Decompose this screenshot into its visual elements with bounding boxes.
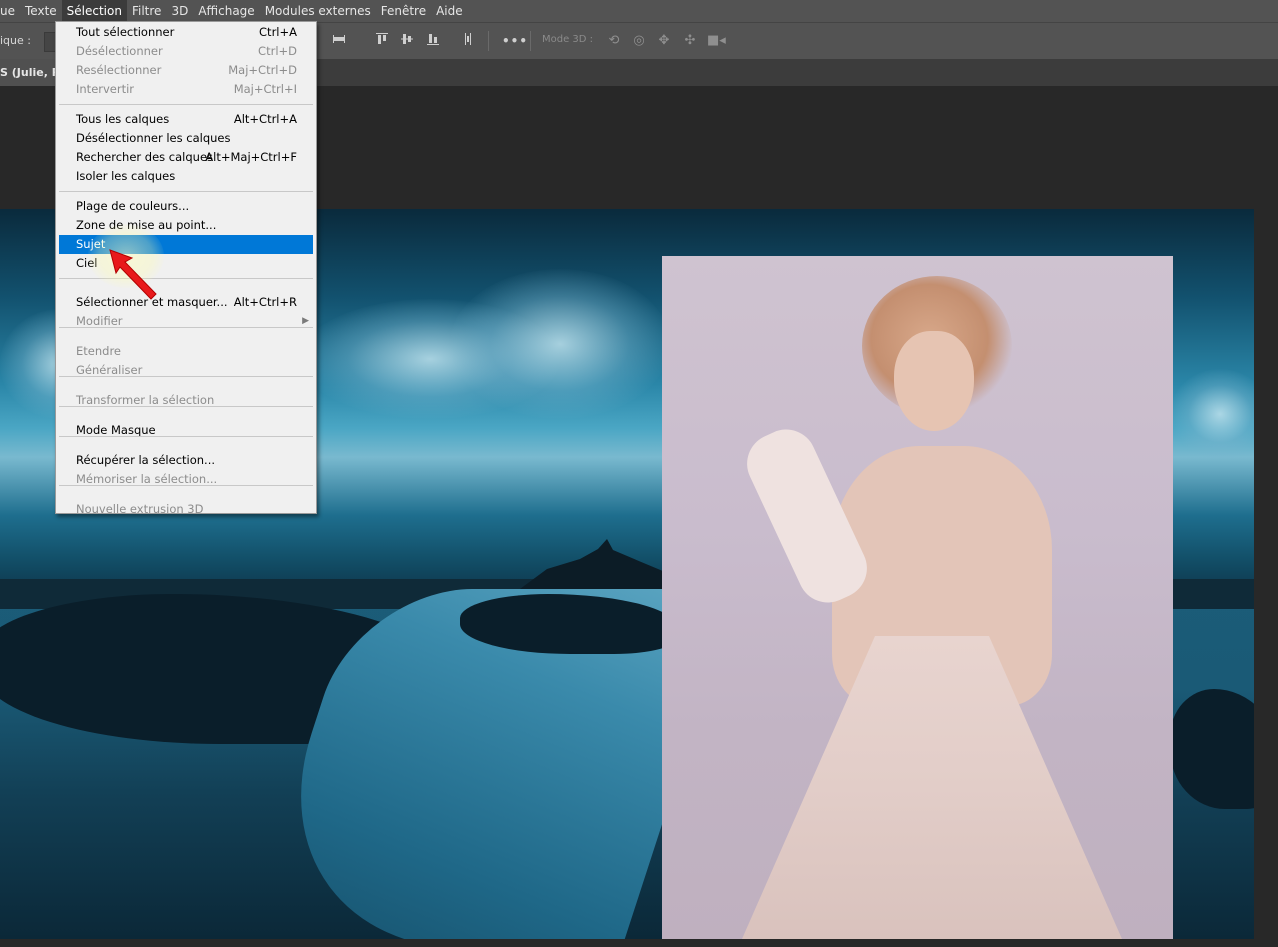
- distribute-icon[interactable]: [459, 32, 477, 50]
- menu-s-lection[interactable]: Sélection: [61, 0, 127, 22]
- sky-cloud: [1170, 369, 1254, 459]
- menu-item-label: Généraliser: [76, 363, 143, 377]
- menu-separator: [59, 327, 313, 328]
- menu-3d[interactable]: 3D: [166, 0, 193, 22]
- align-vcenter-icon[interactable]: [398, 32, 416, 50]
- menu-item-label: Ciel: [76, 256, 98, 270]
- menu-item-label: Désélectionner: [76, 44, 163, 58]
- submenu-arrow-icon: ▶: [302, 316, 309, 326]
- camera-3d-icon[interactable]: ■◂: [707, 32, 726, 50]
- menu-item-label: Mode Masque: [76, 423, 156, 437]
- menu-item-label: Modifier: [76, 314, 123, 328]
- menu-item-shortcut: Ctrl+D: [258, 44, 297, 58]
- menu-affichage[interactable]: Affichage: [193, 0, 259, 22]
- menu-item-ciel[interactable]: Ciel: [59, 254, 313, 273]
- menu-item-recuperer-la-selection[interactable]: Récupérer la sélection...: [59, 451, 313, 470]
- menu-separator: [59, 104, 313, 105]
- menu-item-isoler-les-calques[interactable]: Isoler les calques: [59, 167, 313, 186]
- options-separator: [530, 31, 531, 51]
- menu-item-label: Zone de mise au point...: [76, 218, 217, 232]
- subject-dress: [742, 636, 1122, 939]
- menu-fen-tre[interactable]: Fenêtre: [376, 0, 431, 22]
- selection-menu: Tout sélectionner Ctrl+A Désélectionner Ctr…: [55, 21, 317, 516]
- document-tab[interactable]: S (Julie, RV: [0, 59, 58, 86]
- menu-item-tous-les-calques[interactable]: Tous les calques Alt+Ctrl+A: [59, 110, 313, 129]
- menu-item-nouvelle-extrusion-3d[interactable]: Nouvelle extrusion 3D: [59, 500, 313, 519]
- distribute-horizontal-icon[interactable]: [330, 32, 348, 50]
- menu-item-modifier[interactable]: Modifier ▶: [59, 312, 313, 331]
- subject-photo-layer[interactable]: [662, 256, 1173, 939]
- menu-filtre[interactable]: Filtre: [127, 0, 166, 22]
- menu-item-shortcut: Maj+Ctrl+I: [233, 82, 297, 96]
- options-separator: [488, 31, 489, 51]
- menu-item-intervertir[interactable]: Intervertir Maj+Ctrl+I: [59, 80, 313, 99]
- menu-item-label: Sélectionner et masquer...: [76, 295, 228, 309]
- menu-separator: [59, 406, 313, 407]
- menu-item-shortcut: Alt+Ctrl+R: [233, 295, 297, 309]
- options-partial-label: ique :: [0, 34, 31, 47]
- menu-item-generaliser[interactable]: Généraliser: [59, 361, 313, 380]
- sky-cloud: [450, 269, 670, 419]
- menu-item-label: Sujet: [76, 237, 106, 251]
- slide-3d-icon[interactable]: ✣: [681, 32, 699, 50]
- menu-item-label: Plage de couleurs...: [76, 199, 190, 213]
- menu-item-etendre[interactable]: Etendre: [59, 342, 313, 361]
- mode-3d-label: Mode 3D :: [542, 34, 594, 45]
- menu-item-shortcut: Alt+Ctrl+A: [233, 112, 297, 126]
- menu-item-tout-selectionner[interactable]: Tout sélectionner Ctrl+A: [59, 23, 313, 42]
- menu-bar: ue Texte Sélection Filtre 3D Affichage Modules…: [0, 0, 1278, 22]
- menu-item-label: Tous les calques: [76, 112, 170, 126]
- menu-item-label: Mémoriser la sélection...: [76, 472, 218, 486]
- menu-item-selectionner-et-masquer[interactable]: Sélectionner et masquer... Alt+Ctrl+R: [59, 293, 313, 312]
- menu-separator: [59, 376, 313, 377]
- menu-item-label: Récupérer la sélection...: [76, 453, 216, 467]
- menu-item-label: Etendre: [76, 344, 121, 358]
- menu-item-label: Tout sélectionner: [76, 25, 175, 39]
- menu-ue[interactable]: ue: [0, 0, 20, 22]
- orbit-3d-icon[interactable]: ⟲: [605, 32, 623, 50]
- menu-item-label: Rechercher des calques: [76, 150, 214, 164]
- menu-item-sujet[interactable]: Sujet: [59, 235, 313, 254]
- subject-face: [894, 331, 974, 431]
- menu-item-memoriser-la-selection[interactable]: Mémoriser la sélection...: [59, 470, 313, 489]
- menu-item-shortcut: Alt+Maj+Ctrl+F: [205, 150, 297, 164]
- menu-item-label: Nouvelle extrusion 3D: [76, 502, 204, 516]
- menu-item-label: Resélectionner: [76, 63, 162, 77]
- menu-separator: [59, 436, 313, 437]
- menu-aide[interactable]: Aide: [431, 0, 468, 22]
- menu-item-plage-de-couleurs[interactable]: Plage de couleurs...: [59, 197, 313, 216]
- menu-item-shortcut: Maj+Ctrl+D: [228, 63, 297, 77]
- mont-saint-michel: [520, 539, 670, 589]
- more-options-icon[interactable]: •••: [502, 32, 527, 50]
- menu-item-mode-masque[interactable]: Mode Masque: [59, 421, 313, 440]
- menu-item-label: Isoler les calques: [76, 169, 176, 183]
- menu-item-shortcut: Ctrl+A: [259, 25, 297, 39]
- menu-item-label: Désélectionner les calques: [76, 131, 231, 145]
- menu-item-reselectionner[interactable]: Resélectionner Maj+Ctrl+D: [59, 61, 313, 80]
- align-top-icon[interactable]: [373, 32, 391, 50]
- menu-modules-externes[interactable]: Modules externes: [260, 0, 376, 22]
- menu-item-label: Intervertir: [76, 82, 135, 96]
- align-bottom-icon[interactable]: [424, 32, 442, 50]
- menu-item-rechercher-des-calques[interactable]: Rechercher des calques Alt+Maj+Ctrl+F: [59, 148, 313, 167]
- menu-separator: [59, 191, 313, 192]
- pan-3d-icon[interactable]: ✥: [655, 32, 673, 50]
- menu-texte[interactable]: Texte: [20, 0, 62, 22]
- menu-item-zone-de-mise-au-point[interactable]: Zone de mise au point...: [59, 216, 313, 235]
- menu-separator: [59, 278, 313, 279]
- menu-item-deselectionner-les-calques[interactable]: Désélectionner les calques: [59, 129, 313, 148]
- menu-item-deselectionner[interactable]: Désélectionner Ctrl+D: [59, 42, 313, 61]
- menu-item-label: Transformer la sélection: [76, 393, 215, 407]
- menu-separator: [59, 485, 313, 486]
- roll-3d-icon[interactable]: ◎: [630, 32, 648, 50]
- menu-item-transformer-la-selection[interactable]: Transformer la sélection: [59, 391, 313, 410]
